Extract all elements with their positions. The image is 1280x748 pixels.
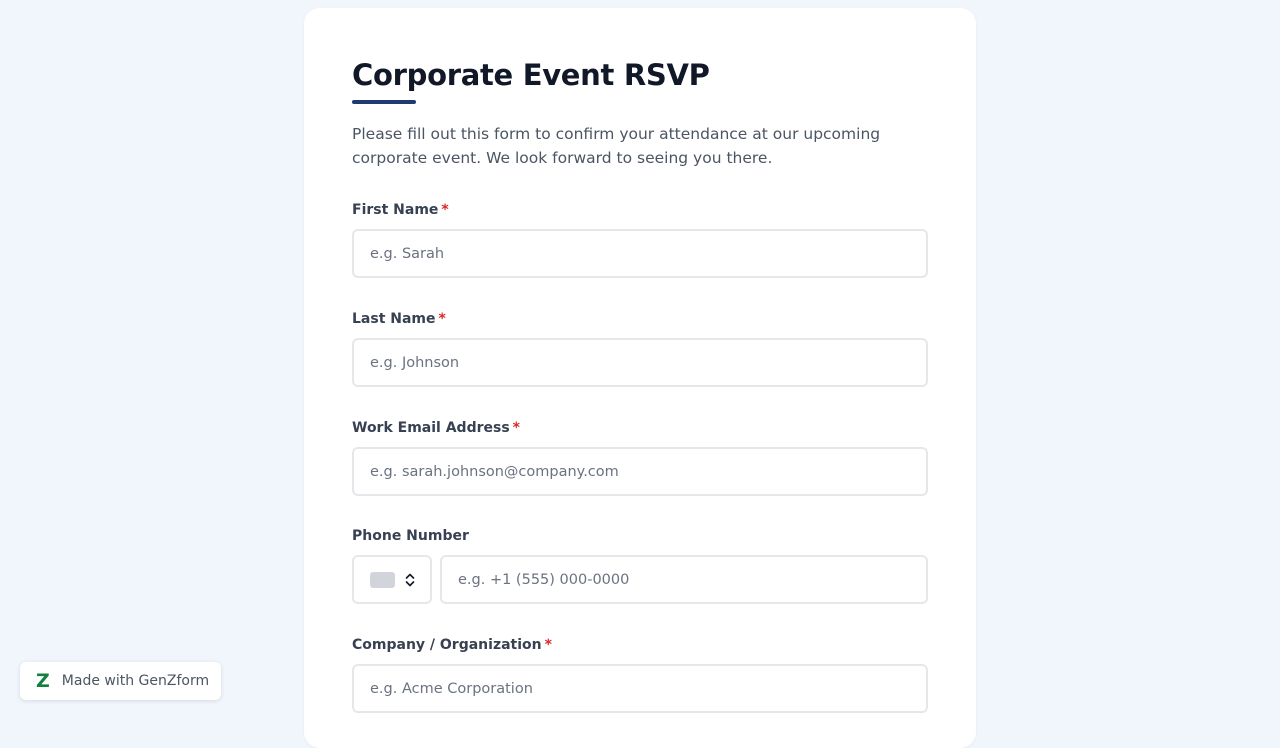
company-label-text: Company / Organization <box>352 637 542 653</box>
made-with-badge[interactable]: Z Made with GenZform <box>20 662 221 700</box>
company-field: Company / Organization * <box>352 636 928 713</box>
email-field: Work Email Address * <box>352 419 928 496</box>
first-name-label-text: First Name <box>352 202 439 218</box>
flag-placeholder-icon <box>369 571 395 588</box>
form-title: Corporate Event RSVP <box>352 58 710 92</box>
chevron-up-down-icon <box>405 573 414 586</box>
company-input[interactable] <box>352 664 928 713</box>
last-name-label-text: Last Name <box>352 311 436 327</box>
genzform-logo-icon: Z <box>36 669 50 692</box>
phone-label: Phone Number <box>352 528 469 544</box>
last-name-field: Last Name * <box>352 310 928 387</box>
required-marker: * <box>512 420 520 436</box>
company-label: Company / Organization * <box>352 636 928 654</box>
email-label: Work Email Address * <box>352 419 928 437</box>
form-card: Corporate Event RSVP Please fill out thi… <box>304 8 976 748</box>
title-underline <box>352 100 416 104</box>
required-marker: * <box>544 637 552 653</box>
email-label-text: Work Email Address <box>352 420 510 436</box>
required-marker: * <box>438 311 446 327</box>
last-name-label: Last Name * <box>352 310 928 328</box>
phone-row <box>352 555 928 604</box>
email-input[interactable] <box>352 447 928 496</box>
form-intro: Please fill out this form to confirm you… <box>352 125 881 167</box>
phone-field: Phone Number <box>352 527 928 604</box>
first-name-input[interactable] <box>352 229 928 278</box>
first-name-field: First Name * <box>352 201 928 278</box>
badge-text: Made with GenZform <box>61 673 210 689</box>
last-name-input[interactable] <box>352 338 928 387</box>
first-name-label: First Name * <box>352 201 928 219</box>
country-code-select[interactable] <box>352 555 432 604</box>
phone-input[interactable] <box>440 555 928 604</box>
required-marker: * <box>441 202 449 218</box>
